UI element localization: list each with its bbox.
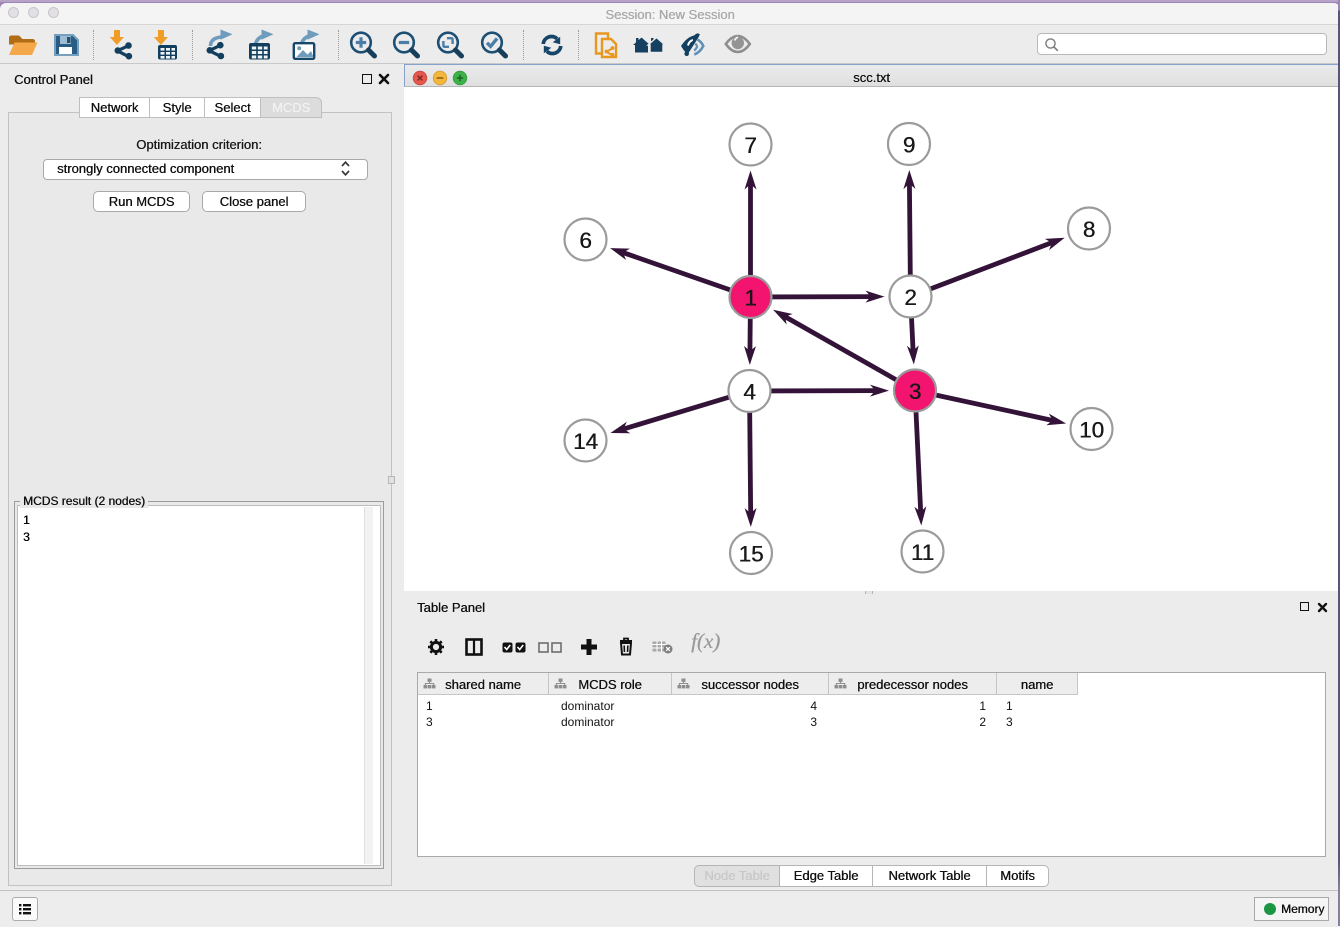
svg-text:9: 9: [903, 133, 916, 158]
svg-text:7: 7: [744, 133, 757, 158]
svg-text:8: 8: [1083, 217, 1096, 242]
svg-text:3: 3: [909, 379, 922, 404]
svg-text:1: 1: [744, 286, 757, 311]
svg-text:15: 15: [738, 542, 763, 567]
svg-text:6: 6: [579, 228, 592, 253]
svg-text:14: 14: [573, 429, 598, 454]
svg-text:4: 4: [743, 380, 756, 405]
svg-text:2: 2: [904, 285, 917, 310]
svg-text:11: 11: [911, 540, 934, 565]
svg-text:10: 10: [1079, 418, 1104, 443]
